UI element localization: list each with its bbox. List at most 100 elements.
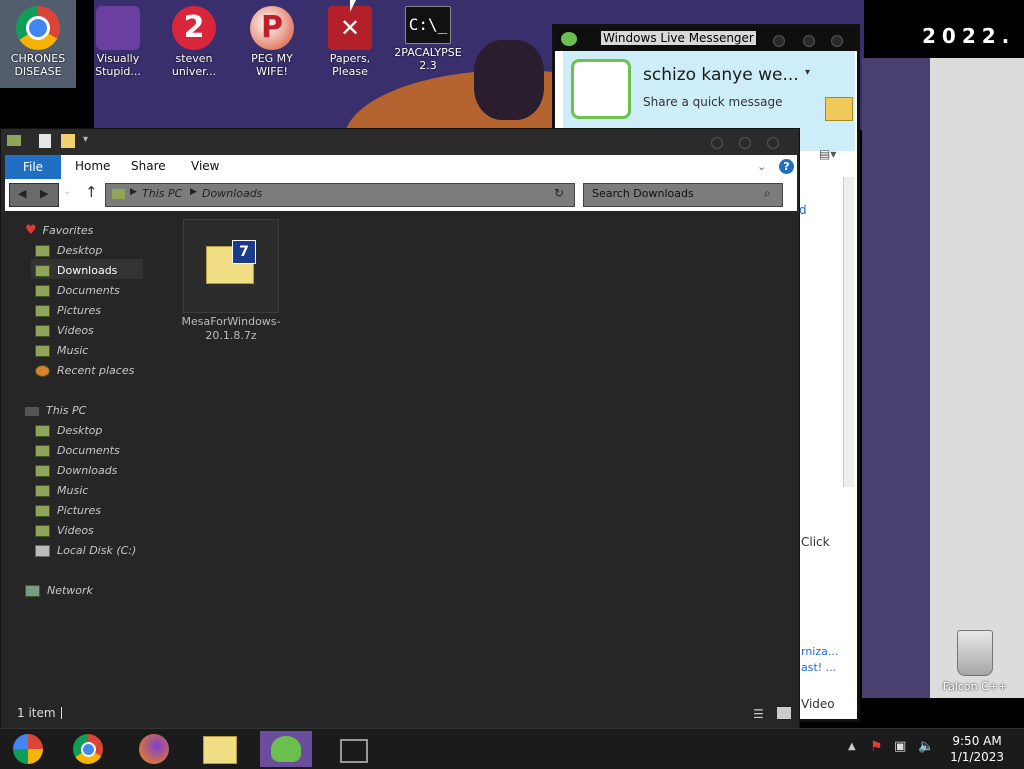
new-folder-icon[interactable] (61, 134, 75, 148)
nav-item-videos[interactable]: Videos (35, 521, 136, 541)
nav-favorites-label: Favorites (42, 224, 94, 237)
details-view-icon[interactable]: ☰ (753, 707, 764, 721)
properties-icon[interactable] (39, 134, 51, 148)
messenger-titlebar[interactable]: Windows Live Messenger (555, 27, 857, 51)
nav-network[interactable]: Network (25, 581, 136, 601)
nav-item-desktop[interactable]: Desktop (35, 241, 136, 261)
clock-icon (35, 365, 50, 377)
desktop-icon-papers-please[interactable]: ✕ Papers, Please (312, 0, 388, 88)
minimize-button[interactable] (711, 137, 723, 149)
view-options-icon[interactable]: ▤▾ (819, 147, 836, 161)
taskbar-chrome[interactable] (62, 731, 114, 767)
start-button[interactable] (2, 731, 54, 767)
show-hidden-icons-button[interactable]: ▲ (848, 741, 856, 752)
tab-share[interactable]: Share (131, 159, 166, 173)
firefox-icon (139, 734, 169, 764)
desktop-icon-label: Papers, Please (329, 52, 371, 78)
share-message-field[interactable]: Share a quick message (643, 95, 782, 109)
address-bar[interactable]: ▶ This PC ▶ Downloads ↻ (105, 183, 575, 207)
tab-file[interactable]: File (5, 155, 61, 179)
minimize-button[interactable] (773, 35, 785, 47)
search-icon[interactable]: ⌕ (764, 186, 771, 201)
desktop-icon-label: CHRONES DISEASE (10, 52, 66, 78)
folder-icon (35, 325, 50, 337)
nav-item-label: Videos (57, 324, 94, 337)
nav-item-pictures[interactable]: Pictures (35, 501, 136, 521)
nav-item-documents[interactable]: Documents (35, 281, 136, 301)
terminal-icon: C:\_ (405, 6, 451, 44)
nav-item-downloads[interactable]: Downloads (35, 261, 136, 281)
forward-button[interactable]: ▶ (40, 187, 48, 200)
action-center-icon[interactable]: ⚑ (870, 739, 883, 755)
volume-icon[interactable]: 🔈 (918, 739, 934, 754)
nav-item-pictures[interactable]: Pictures (35, 301, 136, 321)
back-button[interactable]: ◀ (18, 187, 26, 200)
search-box[interactable]: Search Downloads ⌕ (583, 183, 783, 207)
nav-item-label: Downloads (57, 464, 118, 477)
nav-item-music[interactable]: Music (35, 481, 136, 501)
messenger-username[interactable]: schizo kanye we... (643, 65, 799, 85)
nav-item-desktop[interactable]: Desktop (35, 421, 136, 441)
breadcrumb-downloads[interactable]: Downloads (202, 187, 262, 200)
messenger-scrollbar[interactable] (843, 177, 854, 487)
taskbar-messenger[interactable] (260, 731, 312, 767)
large-icons-view-icon[interactable] (777, 707, 791, 719)
nav-item-music[interactable]: Music (35, 341, 136, 361)
nav-favorites[interactable]: ♥ Favorites (25, 221, 136, 241)
nav-item-local-disk[interactable]: Local Disk (C:) (35, 541, 136, 561)
desktop-icon-steven-universe[interactable]: 2 steven univer... (156, 0, 232, 88)
file-item[interactable]: 7 (183, 219, 279, 313)
nav-item-videos[interactable]: Videos (35, 321, 136, 341)
desktop-icon-terminal[interactable]: C:\_ 2PACALYPSE 2.3 (390, 0, 466, 88)
cursor-icon (350, 0, 356, 12)
nav-pane: ♥ Favorites Desktop Downloads Documents P… (25, 221, 136, 601)
maximize-button[interactable] (803, 35, 815, 47)
maximize-button[interactable] (739, 137, 751, 149)
nav-item-recent-places[interactable]: Recent places (35, 361, 136, 381)
network-icon[interactable]: ▣ (894, 739, 906, 754)
nav-item-label: Music (57, 484, 89, 497)
taskbar-firefox[interactable] (128, 731, 180, 767)
chevron-down-icon[interactable]: ▾ (805, 67, 810, 78)
file-name[interactable]: MesaForWindows-20.1.8.7z (181, 315, 281, 343)
explorer-titlebar[interactable]: ▾ (1, 129, 799, 155)
folder-icon (35, 265, 50, 277)
folder-icon (112, 189, 125, 199)
tab-home[interactable]: Home (75, 159, 110, 173)
desktop-icon-label: steven univer... (171, 52, 217, 78)
desktop-icon-recycle-bin[interactable]: Falcon C++ (940, 630, 1010, 693)
tab-view[interactable]: View (191, 159, 219, 173)
close-button[interactable] (767, 137, 779, 149)
nav-item-label: Desktop (57, 424, 103, 437)
taskbar-explorer[interactable] (194, 731, 246, 767)
breadcrumb-separator: ▶ (130, 187, 137, 197)
clock[interactable]: 9:50 AM 1/1/2023 (950, 733, 1004, 765)
taskbar-task-view[interactable] (328, 731, 380, 767)
nav-item-label: Downloads (57, 264, 118, 277)
up-button[interactable]: ↑ (85, 183, 98, 201)
address-toolbar: ◀ ▶ ⌄ ↑ ▶ This PC ▶ Downloads ↻ Search D… (5, 179, 797, 211)
nav-item-downloads[interactable]: Downloads (35, 461, 136, 481)
desktop-icon-visual-studio[interactable]: Visually Stupid... (80, 0, 156, 88)
messenger-title: Windows Live Messenger (601, 31, 756, 45)
chrome-icon (16, 6, 60, 50)
explorer-window[interactable]: ▾ File Home Share View ⌄ ? ◀ ▶ ⌄ ↑ ▶ Thi… (0, 128, 800, 730)
chevron-down-icon[interactable]: ▾ (83, 134, 88, 145)
folder-icon (35, 305, 50, 317)
nav-item-documents[interactable]: Documents (35, 441, 136, 461)
close-button[interactable] (831, 35, 843, 47)
recent-locations-icon[interactable]: ⌄ (63, 186, 71, 197)
refresh-icon[interactable]: ↻ (554, 186, 564, 200)
help-icon[interactable]: ? (779, 159, 794, 174)
avatar[interactable] (571, 59, 631, 119)
chevron-down-icon[interactable]: ⌄ (757, 160, 766, 173)
nav-item-label: Recent places (57, 364, 135, 377)
desktop-icon-chrome[interactable]: CHRONES DISEASE (0, 0, 76, 88)
messenger-text-fragment: ast! ... (801, 661, 837, 674)
search-input[interactable]: Search Downloads (592, 187, 694, 200)
desktop-icon-p-ball[interactable]: P PEG MY WIFE! (234, 0, 310, 88)
p-ball-icon: P (250, 6, 294, 50)
breadcrumb-this-pc[interactable]: This PC (142, 187, 182, 200)
mail-icon[interactable] (825, 97, 853, 121)
nav-this-pc[interactable]: This PC (25, 401, 136, 421)
